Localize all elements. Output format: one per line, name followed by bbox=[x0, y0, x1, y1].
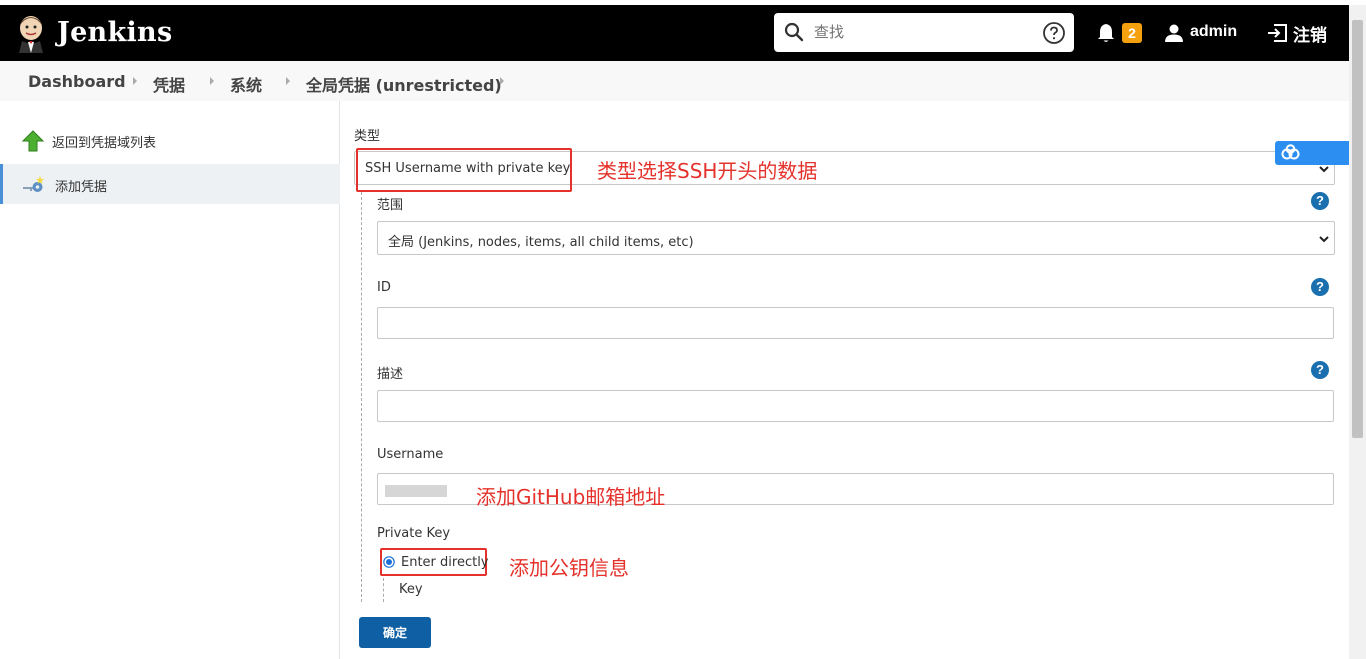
key-icon bbox=[23, 176, 44, 192]
breadcrumb-system[interactable]: 系统 bbox=[230, 72, 262, 96]
user-icon[interactable] bbox=[1164, 23, 1184, 43]
breadcrumb-separator[interactable] bbox=[210, 77, 214, 85]
breadcrumb-credentials[interactable]: 凭据 bbox=[153, 72, 185, 96]
scrollbar-thumb[interactable] bbox=[1352, 20, 1363, 438]
scope-select[interactable]: 全局 (Jenkins, nodes, items, all child ite… bbox=[377, 221, 1335, 255]
chevron-down-icon bbox=[1319, 236, 1329, 243]
sidebar-item-back-to-domains[interactable]: 返回到凭据域列表 bbox=[0, 120, 340, 160]
key-label: Key bbox=[399, 582, 423, 597]
sidebar-item-label: 返回到凭据域列表 bbox=[52, 136, 157, 151]
breadcrumb-separator[interactable] bbox=[500, 77, 504, 85]
logout-icon[interactable] bbox=[1265, 22, 1289, 44]
kind-label: 类型 bbox=[354, 129, 381, 144]
breadcrumb-dashboard[interactable]: Dashboard bbox=[28, 72, 126, 91]
redacted-username-value bbox=[385, 485, 447, 497]
radio-enter-directly-label[interactable]: Enter directly bbox=[401, 555, 489, 570]
description-label: 描述 bbox=[377, 367, 404, 382]
scope-label: 范围 bbox=[377, 198, 404, 213]
breadcrumb-separator[interactable] bbox=[133, 77, 137, 85]
sidebar-item-label: 添加凭据 bbox=[55, 180, 108, 195]
user-link[interactable]: admin bbox=[1190, 23, 1237, 41]
key-section-divider bbox=[383, 578, 384, 602]
search-input[interactable] bbox=[814, 19, 1034, 45]
search-icon bbox=[784, 22, 804, 42]
private-key-label: Private Key bbox=[377, 526, 451, 541]
floating-cloud-widget[interactable] bbox=[1275, 141, 1349, 165]
search-box bbox=[774, 13, 1074, 52]
top-bar: Jenkins 2 admin 注销 bbox=[0, 5, 1349, 61]
help-circle-icon[interactable] bbox=[1042, 21, 1066, 45]
radio-enter-directly[interactable] bbox=[383, 556, 395, 568]
up-arrow-icon bbox=[22, 130, 44, 152]
submit-button[interactable]: 确定 bbox=[359, 617, 431, 648]
nested-section-divider bbox=[361, 192, 362, 602]
notification-badge[interactable]: 2 bbox=[1122, 23, 1142, 43]
sidebar: 返回到凭据域列表 添加凭据 bbox=[0, 101, 340, 659]
id-help-icon[interactable]: ? bbox=[1311, 278, 1329, 296]
id-label: ID bbox=[377, 280, 391, 295]
scope-help-icon[interactable]: ? bbox=[1311, 192, 1329, 210]
logout-link[interactable]: 注销 bbox=[1293, 21, 1327, 46]
annotation-key-note: 添加公钥信息 bbox=[509, 556, 629, 580]
description-input[interactable] bbox=[377, 390, 1334, 422]
breadcrumb: Dashboard 凭据 系统 全局凭据 (unrestricted) bbox=[0, 61, 1349, 101]
annotation-kind-note: 类型选择SSH开头的数据 bbox=[597, 159, 818, 183]
bell-icon[interactable] bbox=[1096, 22, 1116, 44]
brand-title[interactable]: Jenkins bbox=[57, 17, 172, 48]
sidebar-item-add-credentials[interactable]: 添加凭据 bbox=[0, 164, 340, 204]
username-label: Username bbox=[377, 447, 444, 462]
scope-selected-value: 全局 (Jenkins, nodes, items, all child ite… bbox=[388, 235, 694, 250]
id-input[interactable] bbox=[377, 307, 1334, 339]
annotation-box-kind bbox=[356, 148, 572, 192]
breadcrumb-separator[interactable] bbox=[286, 77, 290, 85]
cloud-icon bbox=[1281, 144, 1300, 160]
annotation-username-note: 添加GitHub邮箱地址 bbox=[476, 485, 666, 509]
breadcrumb-global-credentials[interactable]: 全局凭据 (unrestricted) bbox=[306, 72, 502, 96]
description-help-icon[interactable]: ? bbox=[1311, 361, 1329, 379]
jenkins-logo-icon[interactable] bbox=[14, 13, 48, 53]
